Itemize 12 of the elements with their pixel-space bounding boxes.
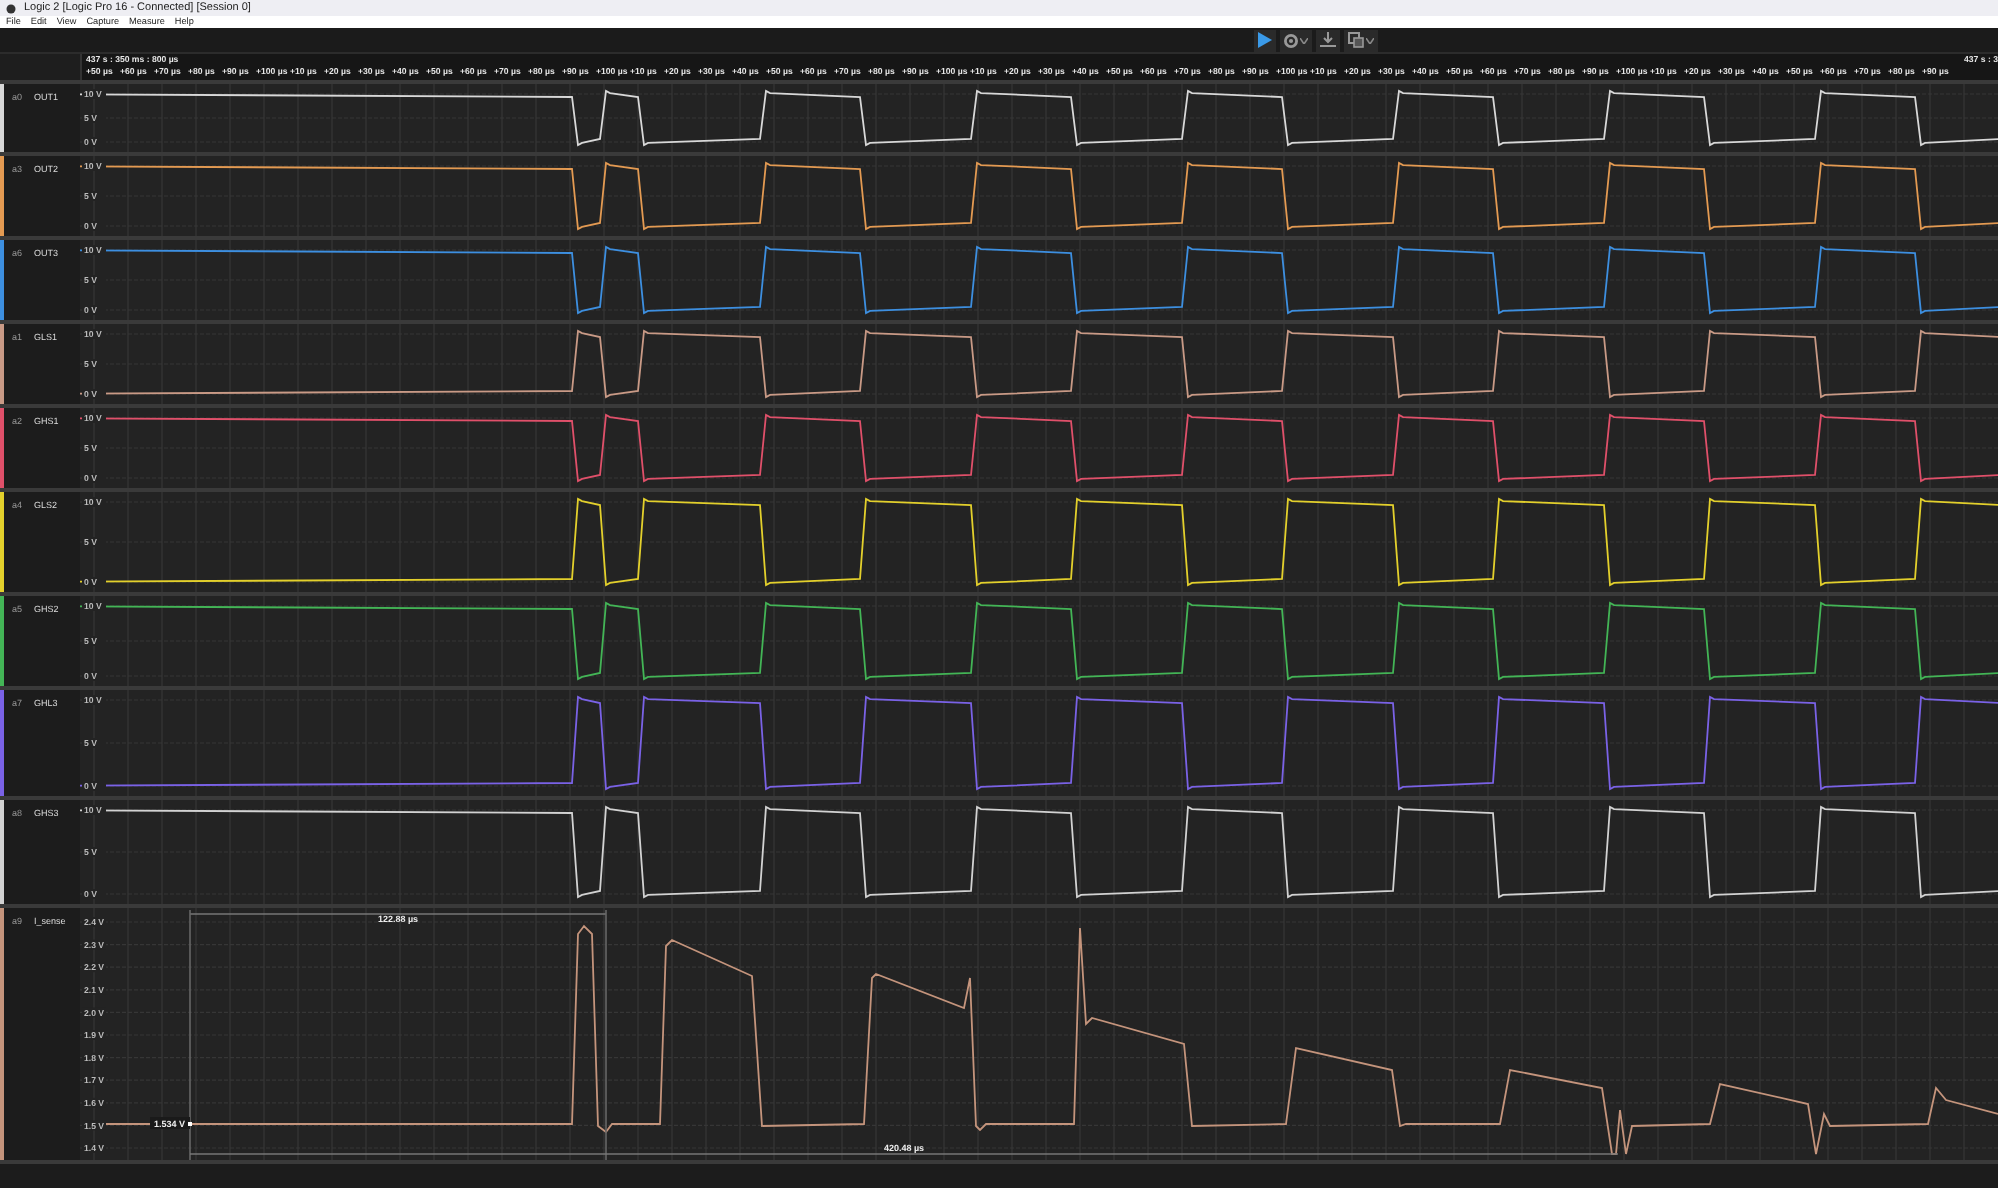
caret-icon bbox=[1300, 37, 1308, 43]
record-mode-button[interactable] bbox=[1280, 29, 1312, 51]
play-button[interactable] bbox=[1254, 29, 1276, 51]
play-icon bbox=[1258, 32, 1272, 48]
measurement-marker[interactable] bbox=[188, 1122, 192, 1126]
measurement-bracket[interactable] bbox=[189, 909, 607, 1160]
trigger-icon bbox=[1320, 32, 1336, 48]
device-icon bbox=[1348, 32, 1364, 48]
caret-icon bbox=[1366, 37, 1374, 43]
trigger-button[interactable] bbox=[1316, 29, 1340, 51]
device-button[interactable] bbox=[1344, 29, 1378, 51]
app-icon bbox=[6, 3, 16, 13]
